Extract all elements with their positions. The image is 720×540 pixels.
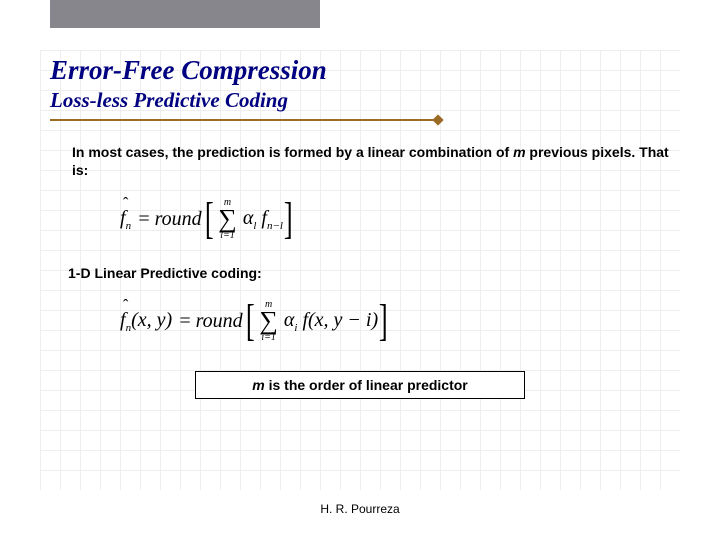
sigma-icon: ∑ (218, 208, 237, 230)
f2-lhs-var: f (120, 309, 126, 331)
f2-alpha-sub: i (294, 322, 297, 334)
f1-alpha-sub: l (253, 220, 256, 232)
slide-content: Error-Free Compression Loss-less Predict… (50, 55, 670, 399)
para-m: m (513, 144, 525, 160)
f2-lbracket: [ (246, 299, 255, 343)
f1-round: round (155, 208, 202, 231)
f2-term: αi f(x, y − i) (284, 309, 378, 334)
slide-subtitle: Loss-less Predictive Coding (50, 88, 670, 113)
f2-alpha: α (284, 309, 295, 331)
f1-sum-bot: l=1 (220, 230, 235, 241)
f1-eq: = (137, 208, 151, 231)
f2-round: round (196, 310, 243, 333)
f1-rbracket: ] (284, 197, 293, 241)
order-note: m is the order of linear predictor (195, 371, 525, 399)
f2-sum: m ∑ i=1 (259, 299, 278, 343)
f2-rbracket: ] (379, 299, 388, 343)
f1-lhs-var: f (120, 207, 126, 229)
slide-title: Error-Free Compression (50, 55, 670, 86)
slide-footer: H. R. Pourreza (0, 502, 720, 516)
f2-lhs: fn(x, y) (120, 309, 172, 334)
f1-lhs: fn (120, 207, 131, 232)
note-rest: is the order of linear predictor (265, 377, 468, 393)
sigma-icon: ∑ (259, 310, 278, 332)
f1-f-sub: n−l (267, 220, 283, 232)
section-heading: 1-D Linear Predictive coding: (68, 265, 670, 281)
f2-eq: = (178, 310, 192, 333)
title-underline (50, 119, 434, 121)
formula-1: fn = round [ m ∑ l=1 αl fn−l ] (120, 197, 670, 241)
f2-lhs-args: (x, y) (131, 309, 172, 331)
f1-term: αl fn−l (243, 207, 283, 232)
intro-paragraph: In most cases, the prediction is formed … (72, 143, 670, 179)
f1-lhs-sub: n (126, 220, 132, 232)
para-pre: In most cases, the prediction is formed … (72, 144, 513, 160)
f2-sum-bot: i=1 (261, 332, 276, 343)
f1-sum: m ∑ l=1 (218, 197, 237, 241)
f1-alpha: α (243, 207, 254, 229)
f2-f-args: (x, y − i) (308, 309, 378, 331)
note-m: m (252, 377, 264, 393)
f1-lbracket: [ (205, 197, 214, 241)
slide-top-accent (50, 0, 320, 28)
formula-2: fn(x, y) = round [ m ∑ i=1 αi f(x, y − i… (120, 299, 670, 343)
